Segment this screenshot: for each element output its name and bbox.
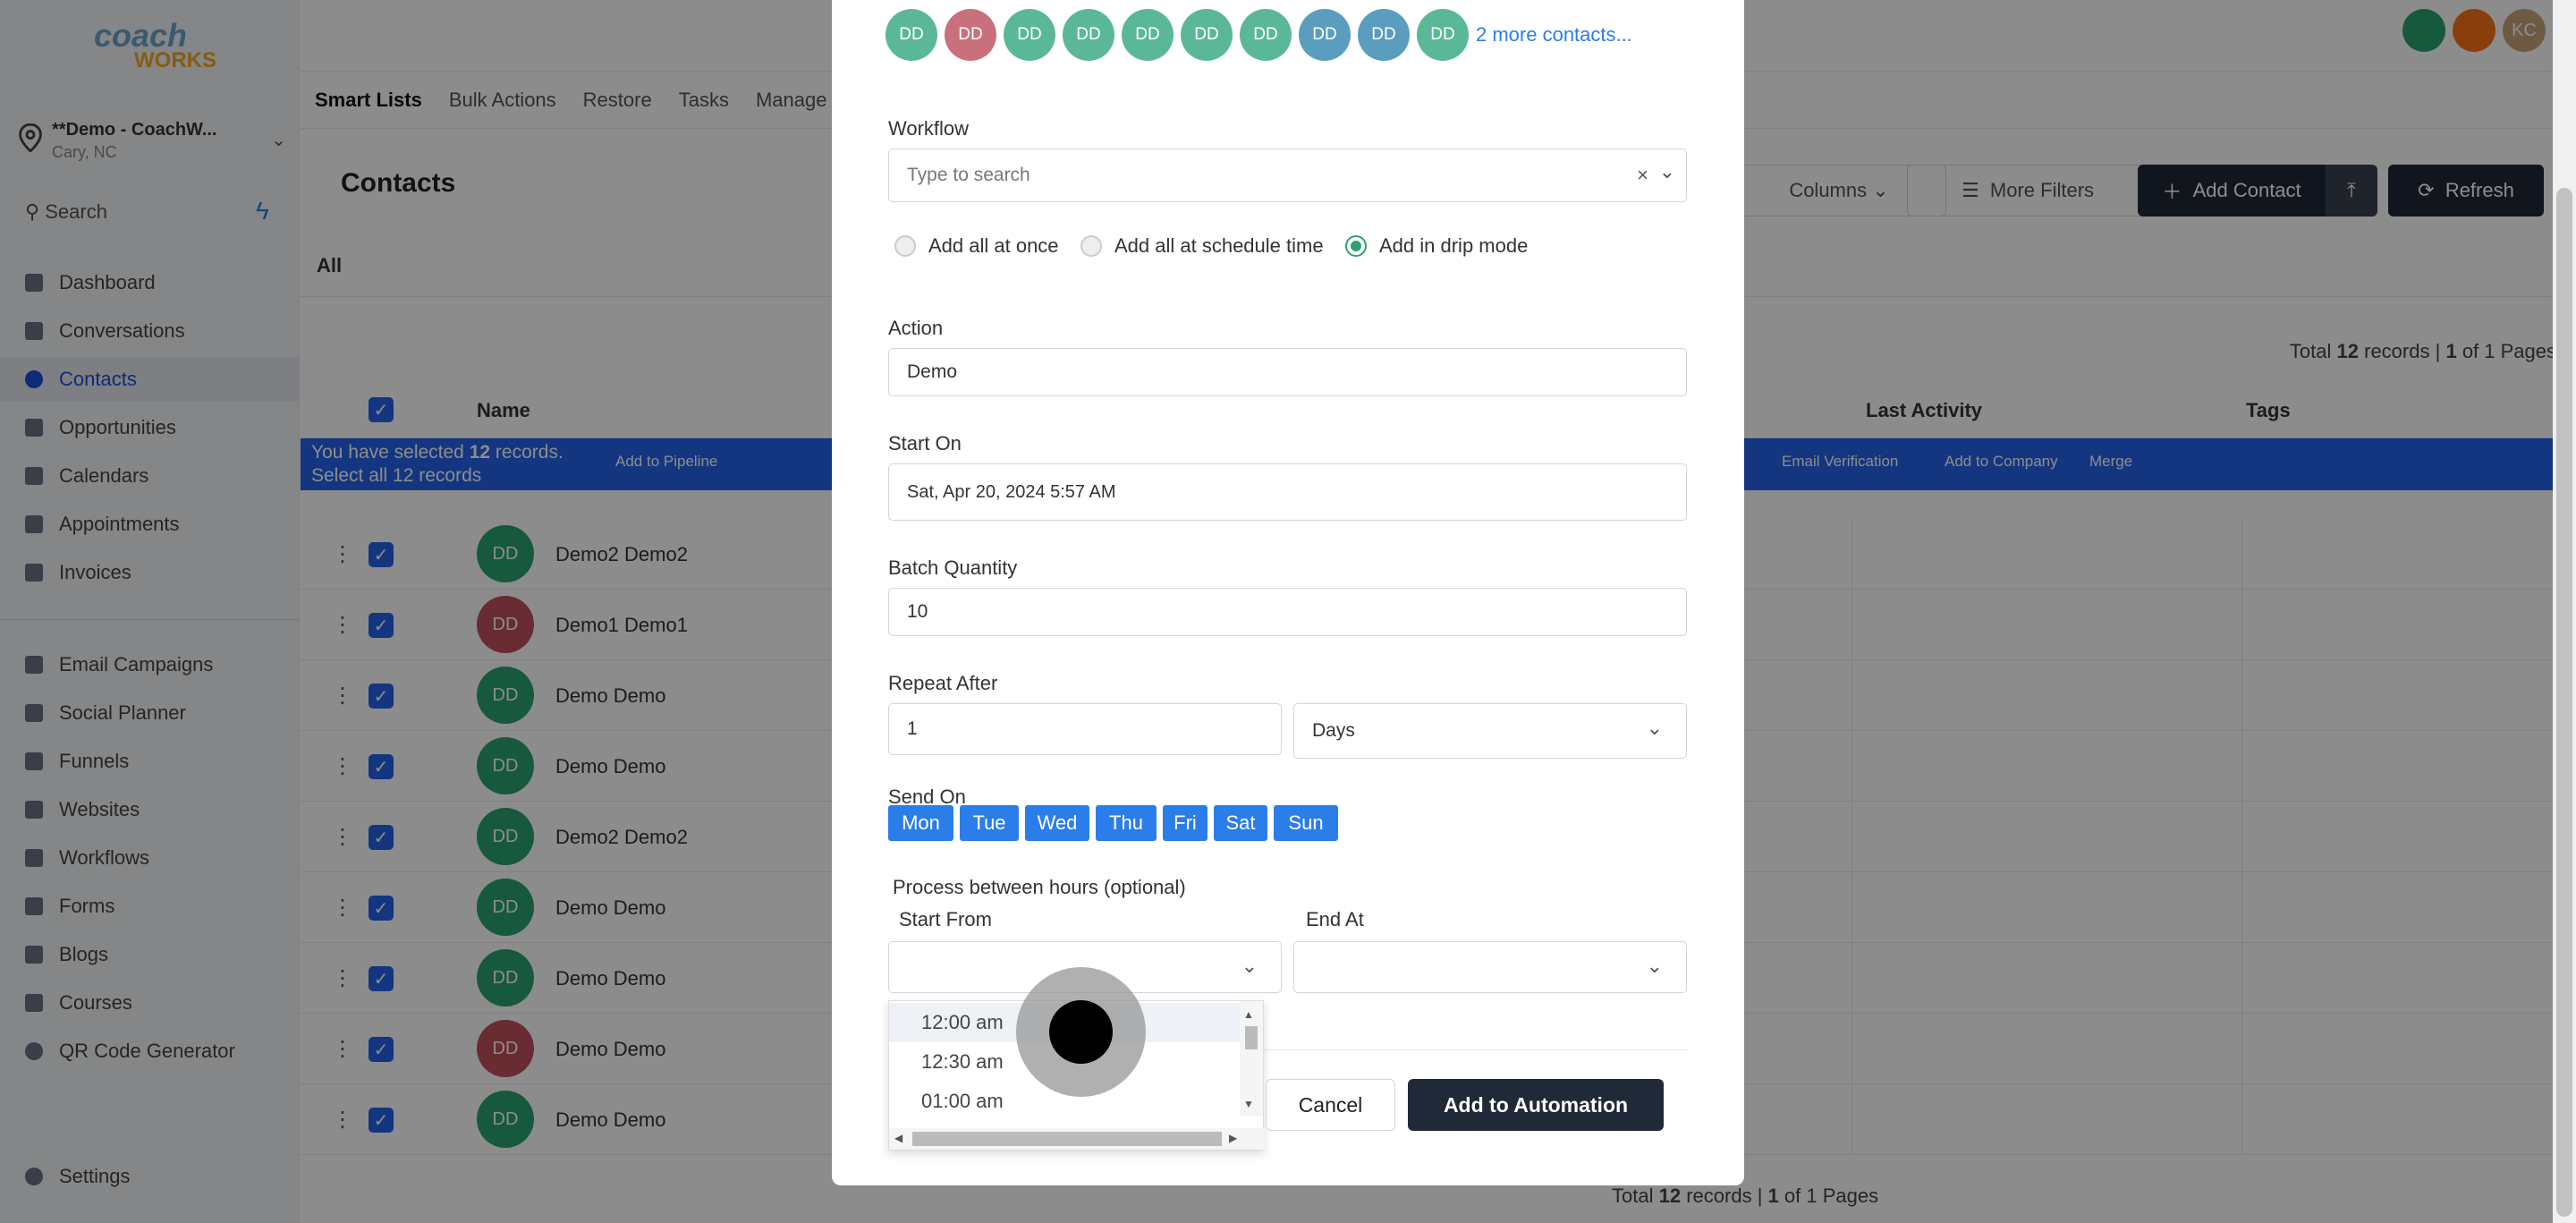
workflow-placeholder: Type to search bbox=[907, 165, 1030, 185]
radio-circle-selected bbox=[1345, 235, 1367, 257]
end-at-select[interactable]: ⌄ bbox=[1293, 941, 1687, 993]
action-input[interactable]: Demo bbox=[888, 348, 1687, 396]
scroll-thumb[interactable] bbox=[1245, 1026, 1258, 1049]
start-from-label: Start From bbox=[899, 908, 992, 930]
chevron-down-icon: ⌄ bbox=[1646, 717, 1663, 739]
radio-circle bbox=[894, 235, 916, 257]
scroll-right-icon[interactable]: ▶ bbox=[1229, 1132, 1237, 1144]
clear-icon[interactable]: × bbox=[1637, 164, 1648, 187]
contact-avatar: DD bbox=[886, 9, 937, 61]
contact-avatar: DD bbox=[945, 9, 996, 61]
process-hours-label: Process between hours (optional) bbox=[893, 876, 1186, 898]
contact-avatar: DD bbox=[1063, 9, 1114, 61]
contact-avatar: DD bbox=[1299, 9, 1351, 61]
day-tue-button[interactable]: Tue bbox=[960, 805, 1019, 841]
workflow-label: Workflow bbox=[888, 117, 970, 140]
day-wed-button[interactable]: Wed bbox=[1025, 805, 1089, 841]
scrollbar-thumb[interactable] bbox=[2556, 188, 2572, 1217]
batch-quantity-label: Batch Quantity bbox=[888, 556, 1018, 579]
contact-avatar: DD bbox=[1181, 9, 1233, 61]
contact-avatar: DD bbox=[1417, 9, 1469, 61]
start-on-label: Start On bbox=[888, 432, 962, 454]
batch-quantity-input[interactable]: 10 bbox=[888, 588, 1687, 636]
scroll-down-icon[interactable]: ▼ bbox=[1243, 1098, 1254, 1110]
cancel-button[interactable]: Cancel bbox=[1266, 1079, 1395, 1131]
repeat-after-input[interactable]: 1 bbox=[888, 703, 1282, 755]
add-to-automation-button[interactable]: Add to Automation bbox=[1408, 1079, 1664, 1131]
chevron-down-icon: ⌄ bbox=[1646, 955, 1663, 977]
dropdown-horizontal-scrollbar[interactable]: ◀ ▶ bbox=[889, 1128, 1265, 1150]
radio-add-at-schedule-time[interactable]: Add all at schedule time bbox=[1080, 234, 1324, 258]
radio-add-all-at-once[interactable]: Add all at once bbox=[894, 234, 1059, 258]
contact-avatar: DD bbox=[1240, 9, 1292, 61]
chevron-down-icon: ⌄ bbox=[1241, 955, 1258, 977]
day-mon-button[interactable]: Mon bbox=[888, 805, 953, 841]
day-thu-button[interactable]: Thu bbox=[1096, 805, 1157, 841]
start-on-datetime-input[interactable]: Sat, Apr 20, 2024 5:57 AM bbox=[888, 463, 1687, 521]
day-sun-button[interactable]: Sun bbox=[1274, 805, 1338, 841]
contact-avatar: DD bbox=[1004, 9, 1055, 61]
workflow-select[interactable]: Type to search × ⌄ bbox=[888, 149, 1687, 202]
end-at-label: End At bbox=[1306, 908, 1364, 930]
day-fri-button[interactable]: Fri bbox=[1163, 805, 1208, 841]
scroll-up-icon[interactable]: ▲ bbox=[1243, 1008, 1254, 1021]
add-to-workflow-modal: DD DD DD DD DD DD DD DD DD DD 2 more contacts... … bbox=[832, 0, 1744, 1185]
more-contacts-link[interactable]: 2 more contacts... bbox=[1476, 23, 1632, 47]
radio-add-in-drip-mode[interactable]: Add in drip mode bbox=[1345, 234, 1528, 258]
action-label: Action bbox=[888, 317, 944, 339]
scroll-thumb[interactable] bbox=[912, 1132, 1222, 1146]
repeat-after-label: Repeat After bbox=[888, 672, 998, 694]
click-indicator-dot bbox=[1049, 1000, 1113, 1064]
chevron-down-icon: ⌄ bbox=[1658, 160, 1675, 183]
radio-circle bbox=[1080, 235, 1102, 257]
contact-avatar: DD bbox=[1122, 9, 1174, 61]
contact-avatar: DD bbox=[1358, 9, 1410, 61]
page-scrollbar[interactable] bbox=[2553, 0, 2576, 1223]
scroll-left-icon[interactable]: ◀ bbox=[894, 1132, 902, 1144]
repeat-unit-select[interactable]: Days ⌄ bbox=[1293, 703, 1687, 759]
day-sat-button[interactable]: Sat bbox=[1214, 805, 1267, 841]
dropdown-vertical-scrollbar[interactable]: ▲ ▼ bbox=[1240, 1001, 1263, 1116]
